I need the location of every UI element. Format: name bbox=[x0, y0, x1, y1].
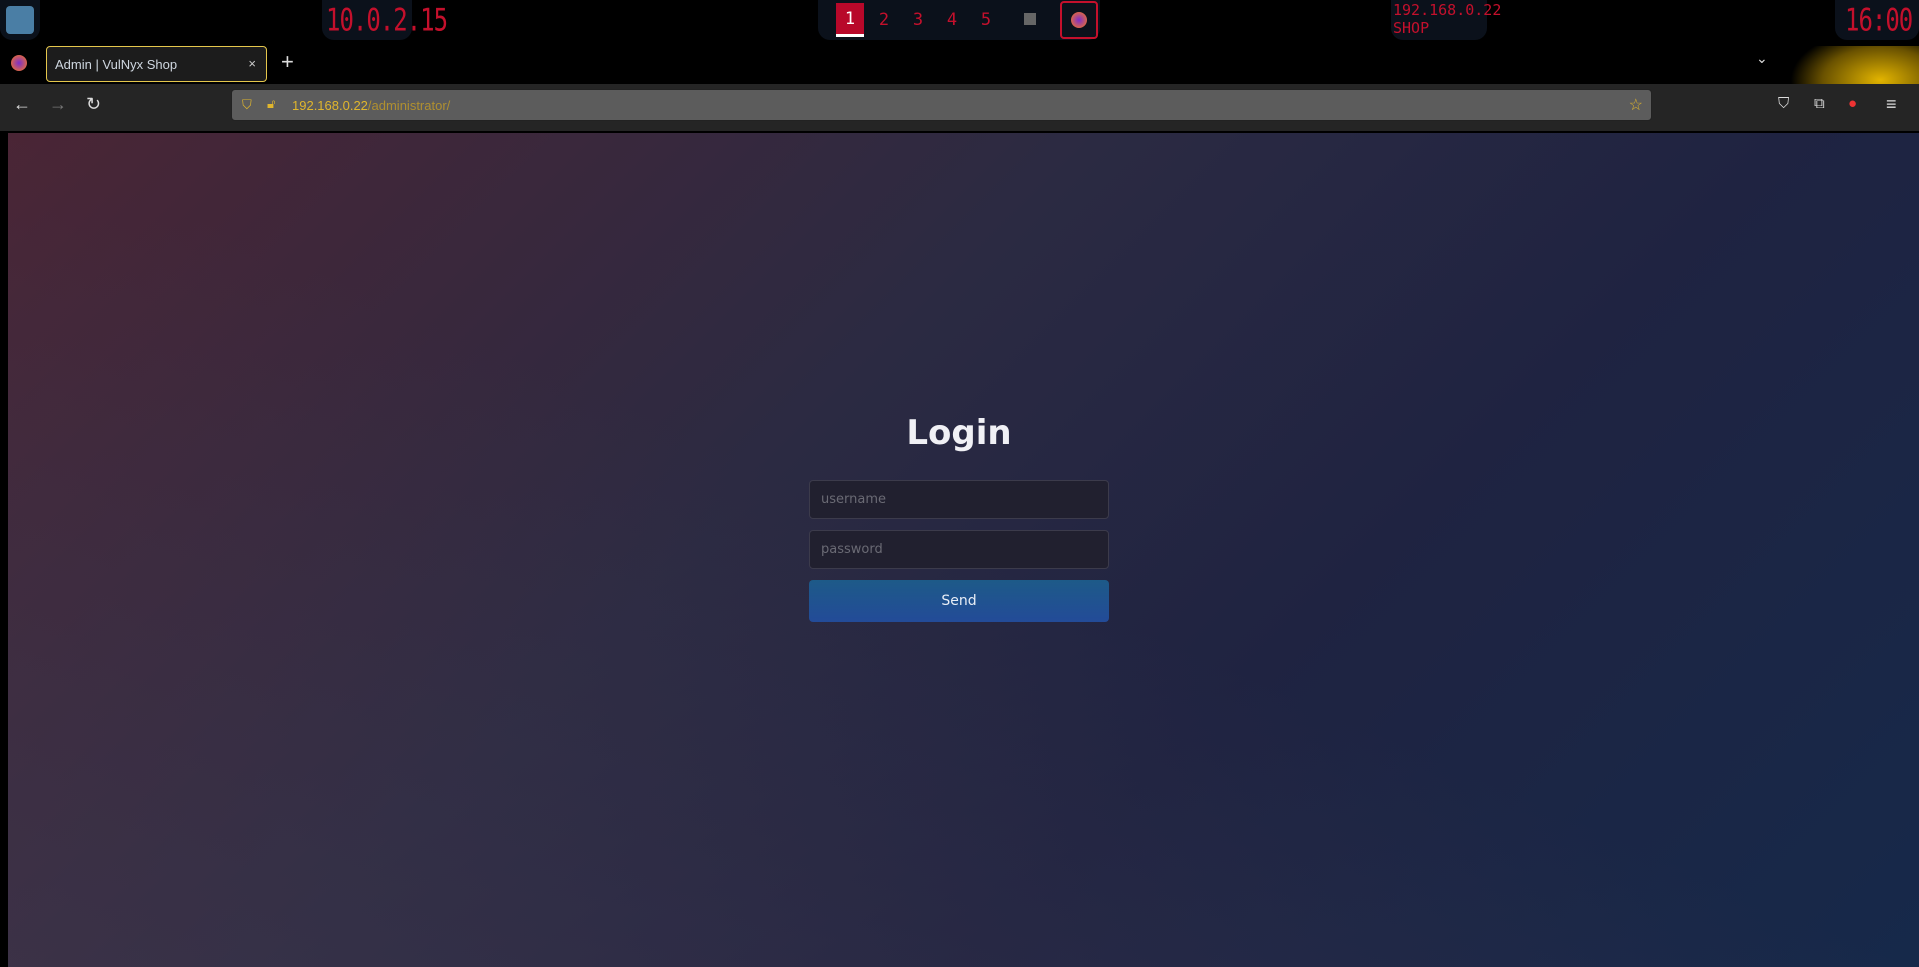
login-form: Login Send bbox=[809, 413, 1109, 622]
forward-icon[interactable]: → bbox=[49, 94, 67, 115]
username-input[interactable] bbox=[809, 480, 1109, 519]
reload-icon[interactable]: ↻ bbox=[86, 94, 101, 115]
system-top-bar: 10.0.2.15 1 2 3 4 5 192.168.0.22 SHOP 16… bbox=[0, 0, 1919, 42]
target-widget: 192.168.0.22 SHOP bbox=[1391, 0, 1502, 40]
target-label: SHOP bbox=[1393, 19, 1430, 37]
tab-admin[interactable]: Admin | VulNyx Shop × bbox=[46, 46, 267, 82]
new-tab-icon[interactable]: + bbox=[281, 49, 294, 75]
shield-icon[interactable]: ⛉ bbox=[242, 97, 252, 113]
list-tabs-chevron-down-icon[interactable]: ⌄ bbox=[1756, 50, 1768, 67]
workspace-4[interactable]: 4 bbox=[938, 3, 966, 37]
clock-widget: 16:00 bbox=[1835, 0, 1919, 40]
terminal-app-icon[interactable] bbox=[1024, 13, 1036, 25]
url-host: 192.168.0.22 bbox=[292, 98, 368, 113]
firefox-view-icon[interactable] bbox=[11, 55, 27, 71]
workspace-switcher: 1 2 3 4 5 bbox=[818, 0, 1100, 40]
firefox-app-icon[interactable] bbox=[1060, 1, 1098, 39]
tab-strip: Admin | VulNyx Shop × + ⌄ bbox=[0, 42, 1919, 131]
target-ip: 192.168.0.22 bbox=[1393, 1, 1502, 19]
send-button[interactable]: Send bbox=[809, 580, 1109, 622]
clock-text: 16:00 bbox=[1845, 1, 1913, 39]
kali-logo-icon bbox=[6, 6, 34, 34]
pocket-icon[interactable]: ⛉ bbox=[1778, 95, 1789, 112]
workspace-2[interactable]: 2 bbox=[870, 3, 898, 37]
workspace-5[interactable]: 5 bbox=[972, 3, 1000, 37]
ip-text: 10.0.2.15 bbox=[326, 1, 448, 39]
navigation-toolbar: ← → ↻ ⛉ 🔓︎ 192.168.0.22/administrator/ ☆… bbox=[0, 84, 1919, 131]
close-tab-icon[interactable]: × bbox=[248, 56, 256, 71]
page-content: Login Send bbox=[8, 133, 1919, 967]
extensions-icon[interactable]: ⧉ bbox=[1814, 95, 1825, 112]
account-icon[interactable]: ● bbox=[1848, 95, 1857, 112]
workspace-1[interactable]: 1 bbox=[836, 3, 864, 37]
url-path: /administrator/ bbox=[367, 98, 451, 113]
back-icon[interactable]: ← bbox=[13, 94, 31, 115]
page-title: Login bbox=[906, 413, 1012, 453]
bookmark-star-icon[interactable]: ☆ bbox=[1629, 95, 1643, 115]
ip-widget: 10.0.2.15 bbox=[322, 0, 448, 40]
password-input[interactable] bbox=[809, 530, 1109, 569]
menu-icon[interactable]: ≡ bbox=[1886, 94, 1897, 115]
insecure-lock-icon[interactable]: 🔓︎ bbox=[267, 96, 275, 112]
tab-title: Admin | VulNyx Shop bbox=[55, 57, 178, 72]
workspace-3[interactable]: 3 bbox=[904, 3, 932, 37]
url-bar[interactable]: ⛉ 🔓︎ 192.168.0.22/administrator/ ☆ bbox=[231, 89, 1652, 121]
app-launcher[interactable] bbox=[0, 0, 40, 40]
